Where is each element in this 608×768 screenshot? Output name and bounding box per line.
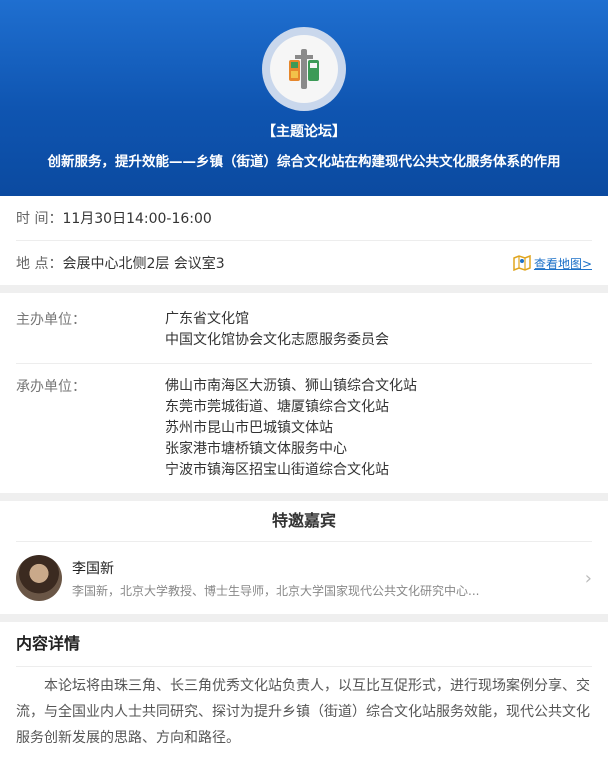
co-host-item: 宁波市镇海区招宝山街道综合文化站 (165, 462, 389, 478)
time-label: 时 间： (16, 211, 63, 227)
view-map-label: 查看地图> (533, 256, 592, 271)
details-body: 本论坛将由珠三角、长三角优秀文化站负责人，以互比互促形式，进行现场案例分享、交流… (16, 678, 590, 746)
guest-card[interactable]: 李国新 李国新，北京大学教授、博士生导师，北京大学国家现代公共文化研究中心...… (0, 542, 608, 614)
forum-logo-icon (289, 49, 319, 89)
co-host-item: 东莞市莞城街道、塘厦镇综合文化站 (165, 399, 389, 415)
time-value: 11月30日14:00-16:00 (62, 211, 212, 227)
co-host-item: 张家港市塘桥镇文体服务中心 (165, 441, 347, 457)
guest-name: 李国新 (72, 560, 114, 577)
host-label: 主办单位： (16, 312, 86, 328)
event-category-tag: 【主题论坛】 (262, 124, 346, 140)
time-row: 时 间： 11月30日14:00-16:00 (0, 196, 608, 240)
section-gap (0, 285, 608, 293)
map-icon (513, 255, 531, 271)
co-host-label: 承办单位： (16, 379, 86, 395)
host-organizers: 主办单位： 广东省文化馆 中国文化馆协会文化志愿服务委员会 (0, 293, 608, 363)
guest-description: 李国新，北京大学教授、博士生导师，北京大学国家现代公共文化研究中心... (72, 583, 480, 598)
logo-badge (262, 27, 346, 111)
view-map-link[interactable]: 查看地图> (513, 255, 592, 272)
event-hero-banner: 【主题论坛】 创新服务，提升效能——乡镇（街道）综合文化站在构建现代公共文化服务… (0, 0, 608, 196)
event-title: 创新服务，提升效能——乡镇（街道）综合文化站在构建现代公共文化服务体系的作用 (47, 154, 561, 170)
host-item: 广东省文化馆 (165, 311, 249, 327)
chevron-right-icon: › (584, 567, 592, 589)
place-value: 会展中心北侧2层 会议室3 (62, 256, 225, 272)
details-heading: 内容详情 (16, 634, 81, 653)
place-label: 地 点： (16, 256, 63, 272)
co-organizers: 承办单位： 佛山市南海区大沥镇、狮山镇综合文化站 东莞市莞城街道、塘厦镇综合文化… (0, 364, 608, 493)
co-host-item: 佛山市南海区大沥镇、狮山镇综合文化站 (165, 378, 417, 394)
section-gap (0, 493, 608, 501)
section-gap (0, 614, 608, 622)
place-row: 地 点： 会展中心北侧2层 会议室3 查看地图> (0, 241, 608, 285)
guests-heading: 特邀嘉宾 (271, 511, 336, 530)
co-host-item: 苏州市昆山市巴城镇文体站 (165, 420, 333, 436)
host-item: 中国文化馆协会文化志愿服务委员会 (165, 332, 389, 348)
avatar (16, 555, 62, 601)
